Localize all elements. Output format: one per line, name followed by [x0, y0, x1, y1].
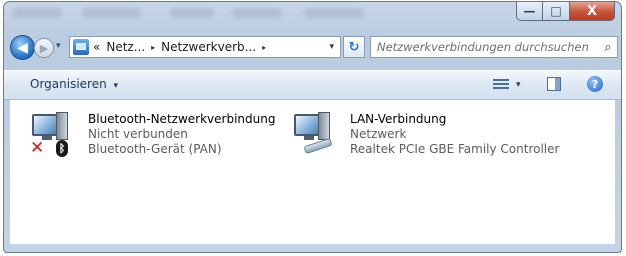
- maximize-icon: □: [550, 4, 562, 18]
- address-dropdown-icon[interactable]: ▾: [329, 42, 334, 52]
- list-item-bluetooth-connection[interactable]: ✕ ᛒ Bluetooth-Netzwerkverbindung Nicht v…: [30, 110, 275, 158]
- minimize-icon: —: [523, 4, 536, 18]
- breadcrumb-network-connections[interactable]: Netzwerkverb...: [161, 40, 256, 54]
- connection-device: Bluetooth-Gerät (PAN): [88, 142, 222, 156]
- blurred-title-text: [82, 8, 142, 18]
- back-button[interactable]: ◀: [10, 35, 35, 60]
- bluetooth-icon: ᛒ: [56, 140, 68, 157]
- organize-label: Organisieren: [30, 77, 107, 91]
- connection-name: Bluetooth-Netzwerkverbindung: [88, 112, 276, 126]
- connection-name: LAN-Verbindung: [350, 112, 447, 126]
- connection-details: LAN-Verbindung Netzwerk Realtek PCIe GBE…: [350, 110, 559, 158]
- breadcrumb-network[interactable]: Netz...: [106, 40, 145, 54]
- red-x-icon: ✕: [30, 138, 45, 158]
- connection-details: Bluetooth-Netzwerkverbindung Nicht verbu…: [88, 110, 275, 158]
- list-item-lan-connection[interactable]: LAN-Verbindung Netzwerk Realtek PCIe GBE…: [292, 110, 559, 158]
- help-button[interactable]: ?: [587, 76, 603, 92]
- refresh-button[interactable]: ↻: [343, 36, 365, 58]
- minimize-button[interactable]: —: [516, 2, 543, 21]
- forward-button[interactable]: ▶: [34, 38, 54, 58]
- search-box[interactable]: ⌕: [370, 36, 618, 58]
- close-icon: X: [586, 3, 598, 19]
- change-view-icon[interactable]: [493, 77, 509, 91]
- organize-menu-button[interactable]: Organisieren ▾: [30, 77, 118, 91]
- recent-pages-dropdown[interactable]: ▾: [56, 41, 61, 51]
- blurred-title-text: [169, 8, 215, 18]
- search-input[interactable]: [371, 40, 599, 54]
- forward-arrow-icon: ▶: [39, 41, 49, 55]
- breadcrumb-chevron-icon[interactable]: ▸: [151, 43, 155, 52]
- view-options-dropdown[interactable]: ▾: [516, 80, 521, 90]
- navigation-bar: ◀ ▶ ▾ « Netz... ▸ Netzwerkverb... ▸ ▾ ↻ …: [4, 32, 621, 62]
- connection-status: Nicht verbunden: [88, 127, 188, 141]
- network-computer-icon: ✕ ᛒ: [30, 110, 78, 158]
- close-button[interactable]: X: [570, 2, 615, 21]
- refresh-icon: ↻: [348, 39, 360, 55]
- breadcrumb-chevron-icon[interactable]: ▸: [262, 43, 266, 52]
- back-arrow-icon: ◀: [17, 39, 28, 56]
- caption-buttons: — □ X: [516, 2, 615, 21]
- blurred-title-text: [304, 8, 364, 18]
- blurred-title-text: [232, 8, 282, 18]
- connection-status: Netzwerk: [350, 127, 407, 141]
- help-icon: ?: [591, 77, 599, 91]
- blurred-title-text: [12, 8, 62, 18]
- preview-pane-icon[interactable]: [547, 77, 561, 91]
- maximize-button[interactable]: □: [543, 2, 570, 21]
- title-bar[interactable]: — □ X: [4, 2, 621, 30]
- breadcrumb-overflow[interactable]: «: [93, 40, 100, 54]
- command-bar: Organisieren ▾ ▾ ?: [4, 70, 621, 100]
- address-bar[interactable]: « Netz... ▸ Netzwerkverb... ▸ ▾: [69, 36, 341, 58]
- connections-list: ✕ ᛒ Bluetooth-Netzwerkverbindung Nicht v…: [10, 100, 615, 244]
- chevron-down-icon: ▾: [113, 81, 119, 91]
- network-cable-icon: [303, 137, 333, 155]
- search-icon[interactable]: ⌕: [599, 40, 617, 55]
- network-computer-icon: [292, 110, 340, 158]
- network-folder-icon: [73, 39, 89, 55]
- connection-device: Realtek PCIe GBE Family Controller: [350, 142, 560, 156]
- explorer-window: — □ X ◀ ▶ ▾ « Netz... ▸ Netzwerkverb... …: [3, 1, 622, 253]
